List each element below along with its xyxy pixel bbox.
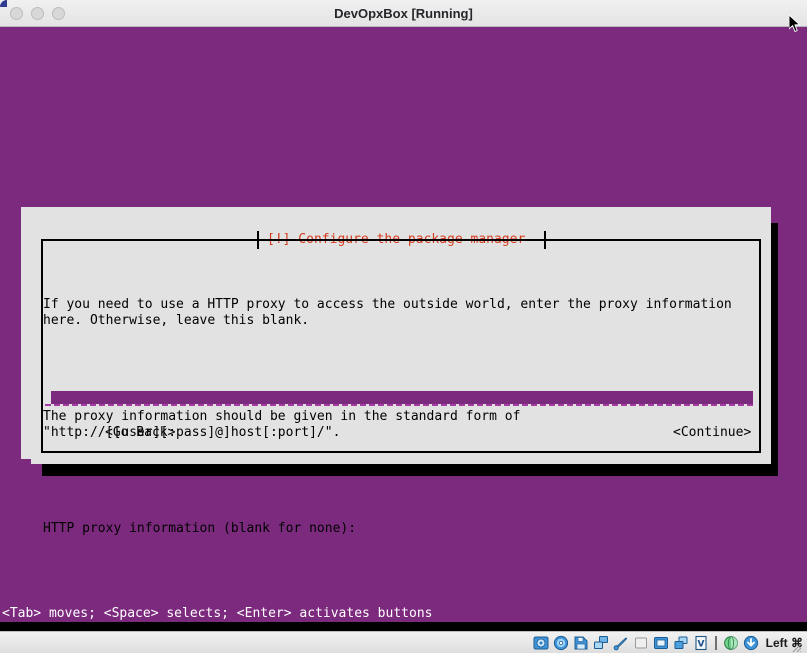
mouse-cursor-icon [789,15,801,33]
hard-disk-icon[interactable] [533,635,549,651]
usb-icon[interactable] [613,635,629,651]
mouse-integration-icon[interactable] [723,635,739,651]
console-bottom-strip [0,622,807,631]
paragraph-spacer-1 [43,361,759,377]
dialog-field-label: HTTP proxy information (blank for none): [43,521,357,536]
dialog-message-body: If you need to use a HTTP proxy to acces… [43,265,759,569]
dialog-paragraph-intro: If you need to use a HTTP proxy to acces… [43,297,732,328]
statusbar-icon-group: V Left ⌘ [533,632,803,654]
window-titlebar: DevOpxBox [Running] [0,0,807,27]
shared-folders-icon[interactable] [633,635,649,651]
host-key-icon[interactable] [743,635,759,651]
virtualbox-vm-window: DevOpxBox [Running] [!] Configure the pa… [0,0,807,653]
virtualization-icon[interactable]: V [693,635,709,651]
configure-package-manager-dialog: [!] Configure the package manager If you… [31,207,771,536]
continue-button[interactable]: <Continue> [673,423,751,443]
input-field-underline [45,404,753,406]
window-title: DevOpxBox [Running] [334,6,473,21]
statusbar-separator [714,636,717,650]
go-back-button[interactable]: <Go Back> [105,423,175,443]
display-icon[interactable] [653,635,669,651]
window-resize-grip[interactable] [790,641,802,653]
dialog-button-row: <Go Back> <Continue> [43,423,759,443]
virtualbox-statusbar: V Left ⌘ [0,631,807,653]
http-proxy-input[interactable] [45,391,753,411]
console-help-line: <Tab> moves; <Space> selects; <Enter> ac… [2,606,433,621]
input-field-fill[interactable] [51,391,753,406]
network-icon[interactable] [593,635,609,651]
paragraph-spacer-2 [43,473,759,489]
svg-text:V: V [697,640,704,650]
optical-disk-icon[interactable] [553,635,569,651]
recording-icon[interactable] [673,635,689,651]
floppy-disk-icon[interactable] [573,635,589,651]
vm-console-screen[interactable]: [!] Configure the package manager If you… [0,27,807,631]
